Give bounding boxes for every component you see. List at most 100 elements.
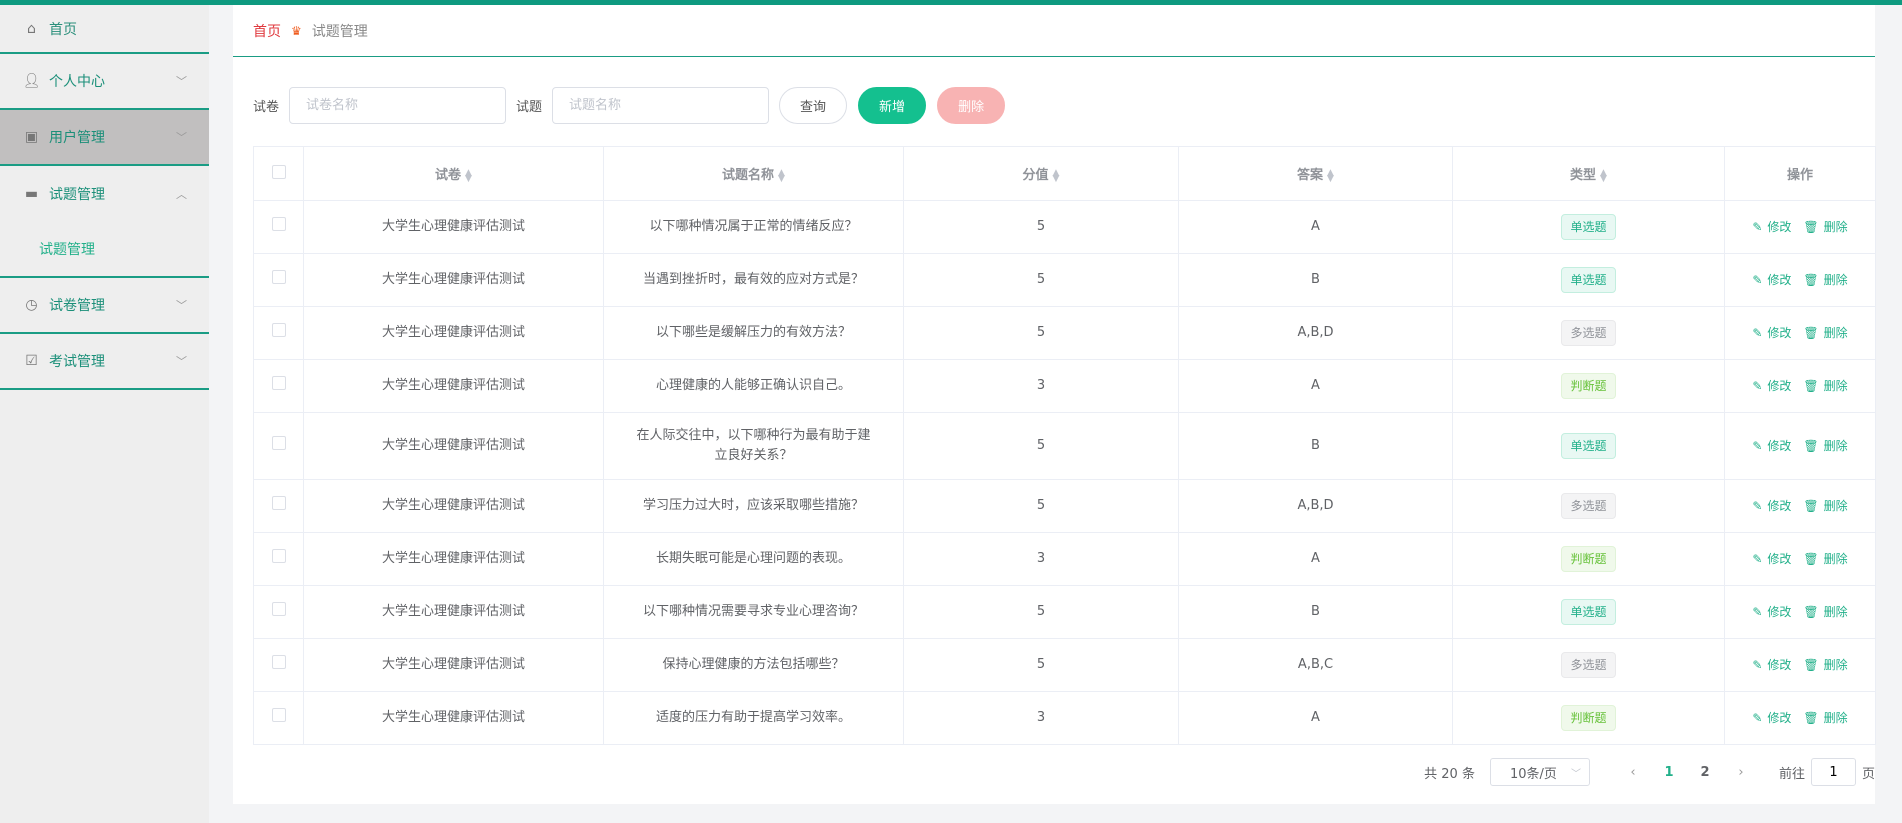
header-score[interactable]: 分值 ▲ ▼ [903, 146, 1179, 201]
row-checkbox[interactable] [271, 269, 286, 284]
sort-icon[interactable]: ▲ ▼ [1600, 168, 1607, 183]
sidebar-subitem-questions[interactable]: 试题管理 [0, 222, 209, 278]
row-select[interactable] [253, 412, 304, 480]
delete-button[interactable]: 🗑︎ 删除 [1803, 499, 1847, 513]
cell-score: 5 [903, 253, 1179, 307]
edit-button[interactable]: ✎ 修改 [1752, 220, 1791, 234]
query-button[interactable]: 查询 [779, 86, 848, 124]
page-size-select[interactable]: 10条/页 ﹀ [1489, 758, 1590, 786]
row-checkbox[interactable] [271, 375, 286, 390]
cell-actions: ✎ 修改 🗑︎ 删除 [1724, 253, 1876, 307]
question-search-input[interactable] [552, 86, 770, 124]
delete-button[interactable]: 🗑︎ 删除 [1803, 658, 1847, 672]
delete-button[interactable]: 🗑︎ 删除 [1803, 552, 1847, 566]
cell-score: 5 [903, 200, 1179, 254]
header-label: 试题名称 [722, 168, 775, 183]
cell-paper: 大学生心理健康评估测试 [303, 479, 604, 533]
question-label: 试题 [516, 99, 543, 115]
row-select[interactable] [253, 200, 304, 254]
row-select[interactable] [253, 479, 304, 533]
delete-button[interactable]: 🗑︎ 删除 [1803, 326, 1847, 340]
sidebar-item-users[interactable]: ▣ 用户管理 ﹀ [0, 110, 209, 166]
chevron-down-icon: ﹀ [1570, 768, 1581, 780]
row-checkbox[interactable] [271, 707, 286, 722]
delete-button[interactable]: 🗑︎ 删除 [1803, 439, 1847, 453]
header-paper[interactable]: 试卷 ▲ ▼ [303, 146, 604, 201]
header-answer[interactable]: 答案 ▲ ▼ [1178, 146, 1453, 201]
edit-button[interactable]: ✎ 修改 [1752, 326, 1791, 340]
prev-page-button[interactable]: ‹ [1615, 765, 1651, 780]
delete-button[interactable]: 🗑︎ 删除 [1803, 379, 1847, 393]
page-2-button[interactable]: 2 [1687, 765, 1723, 780]
edit-button[interactable]: ✎ 修改 [1752, 552, 1791, 566]
edit-button[interactable]: ✎ 修改 [1752, 273, 1791, 287]
header-select-all[interactable] [253, 146, 304, 201]
sidebar-item-questions[interactable]: ▬ 试题管理 ︿ [0, 166, 209, 222]
home-icon: ⌂ [27, 20, 36, 37]
sort-icon[interactable]: ▲ ▼ [465, 168, 472, 183]
row-select[interactable] [253, 359, 304, 413]
batch-delete-button[interactable]: 删除 [937, 86, 1006, 124]
row-select[interactable] [253, 532, 304, 586]
row-checkbox[interactable] [271, 322, 286, 337]
goto-page-input[interactable] [1810, 758, 1856, 786]
row-checkbox[interactable] [271, 601, 286, 616]
add-button[interactable]: 新增 [858, 86, 927, 124]
sidebar-item-profile[interactable]: 👤︎ 个人中心 ﹀ [0, 54, 209, 110]
sort-icon[interactable]: ▲ ▼ [1327, 168, 1334, 183]
cell-question: 适度的压力有助于提高学习效率。 [603, 691, 904, 745]
delete-button[interactable]: 🗑︎ 删除 [1803, 711, 1847, 725]
select-all-checkbox[interactable] [271, 164, 286, 179]
edit-button[interactable]: ✎ 修改 [1752, 605, 1791, 619]
sort-icon[interactable]: ▲ ▼ [778, 168, 785, 183]
cell-answer: A [1178, 532, 1453, 586]
sidebar-item-exams[interactable]: ☑ 考试管理 ﹀ [0, 334, 209, 390]
edit-icon: ✎ [1752, 710, 1763, 725]
gauge-icon: ◷ [25, 297, 38, 313]
table-header-row: 试卷 ▲ ▼ 试题名称 ▲ ▼ 分值 ▲ ▼ 答案 ▲ ▼ 类型 ▲ ▼ 操作 [253, 146, 1876, 201]
edit-button[interactable]: ✎ 修改 [1752, 711, 1791, 725]
delete-button[interactable]: 🗑︎ 删除 [1803, 605, 1847, 619]
next-page-button[interactable]: › [1723, 765, 1759, 780]
header-actions: 操作 [1724, 146, 1876, 201]
page-1-button[interactable]: 1 [1651, 765, 1687, 780]
row-checkbox[interactable] [271, 548, 286, 563]
delete-label: 删除 [1823, 710, 1848, 725]
cell-score: 3 [903, 691, 1179, 745]
breadcrumb-home[interactable]: 首页 [253, 21, 281, 41]
row-select[interactable] [253, 638, 304, 692]
cell-paper: 大学生心理健康评估测试 [303, 306, 604, 360]
row-checkbox[interactable] [271, 495, 286, 510]
cell-type: 多选题 [1452, 479, 1725, 533]
row-checkbox[interactable] [271, 654, 286, 669]
edit-button[interactable]: ✎ 修改 [1752, 658, 1791, 672]
edit-button[interactable]: ✎ 修改 [1752, 499, 1791, 513]
clipboard-icon: ▣ [24, 129, 39, 145]
header-type[interactable]: 类型 ▲ ▼ [1452, 146, 1725, 201]
delete-button[interactable]: 🗑︎ 删除 [1803, 220, 1847, 234]
edit-label: 修改 [1767, 710, 1792, 725]
sidebar-item-label: 考试管理 [49, 354, 105, 370]
sort-icon[interactable]: ▲ ▼ [1053, 168, 1060, 183]
type-tag: 单选题 [1561, 267, 1616, 293]
row-select[interactable] [253, 691, 304, 745]
row-select[interactable] [253, 306, 304, 360]
row-checkbox[interactable] [271, 435, 286, 450]
paper-search-input[interactable] [289, 86, 507, 124]
edit-label: 修改 [1767, 438, 1792, 453]
edit-button[interactable]: ✎ 修改 [1752, 379, 1791, 393]
type-tag: 单选题 [1561, 599, 1616, 625]
row-select[interactable] [253, 253, 304, 307]
edit-button[interactable]: ✎ 修改 [1752, 439, 1791, 453]
delete-button[interactable]: 🗑︎ 删除 [1803, 273, 1847, 287]
row-checkbox[interactable] [271, 216, 286, 231]
breadcrumb-separator-icon: ♛ [291, 23, 302, 38]
sidebar-item-home[interactable]: ⌂ 首页 [0, 5, 209, 54]
delete-label: 删除 [1823, 325, 1848, 340]
sidebar-item-papers[interactable]: ◷ 试卷管理 ﹀ [0, 278, 209, 334]
row-select[interactable] [253, 585, 304, 639]
header-question[interactable]: 试题名称 ▲ ▼ [603, 146, 904, 201]
cell-type: 判断题 [1452, 359, 1725, 413]
edit-icon: ✎ [1752, 272, 1763, 287]
scrollbar[interactable] [1894, 5, 1902, 823]
